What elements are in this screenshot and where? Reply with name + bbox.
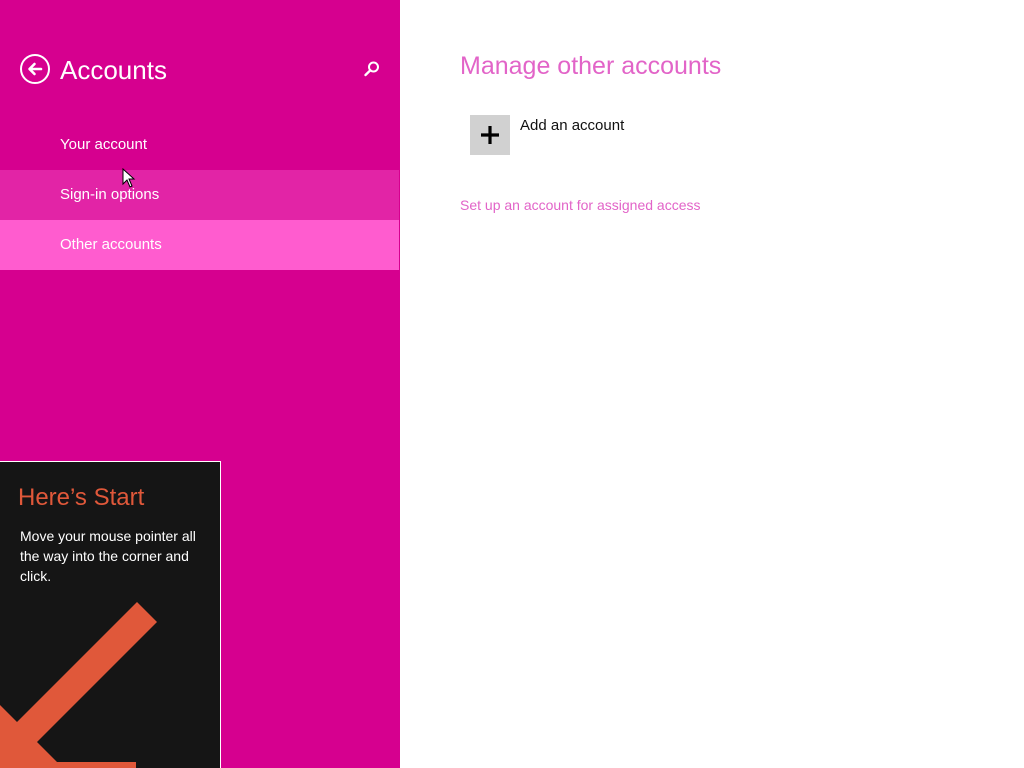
add-account-label: Add an account <box>520 117 625 134</box>
sidebar-item-other-accounts[interactable]: Other accounts <box>0 220 399 270</box>
page-title: Accounts <box>60 55 167 85</box>
sidebar-item-sign-in-options[interactable]: Sign-in options <box>0 170 399 220</box>
start-tip-title: Here’s Start <box>18 484 145 511</box>
assigned-access-link[interactable]: Set up an account for assigned access <box>460 197 700 213</box>
settings-window: Accounts Your account Sign-in options Ot… <box>0 0 1024 768</box>
plus-icon <box>481 126 499 144</box>
start-tip-panel: Here’s Start Move your mouse pointer all… <box>0 461 221 768</box>
start-tip-body: Move your mouse pointer all the way into… <box>20 528 196 584</box>
section-title: Manage other accounts <box>460 52 722 80</box>
arrow-down-left-icon <box>0 602 157 768</box>
accounts-sidebar: Accounts Your account Sign-in options Ot… <box>0 0 400 768</box>
search-icon <box>364 61 379 77</box>
search-button[interactable] <box>363 60 381 78</box>
back-button[interactable] <box>20 54 50 84</box>
sidebar-nav: Your account Sign-in options Other accou… <box>0 120 399 270</box>
content-pane: Manage other accounts Add an account Set… <box>400 0 1024 768</box>
sidebar-header: Accounts <box>20 50 385 90</box>
back-arrow-circle-icon <box>28 62 43 76</box>
add-account-tile[interactable] <box>470 115 510 155</box>
sidebar-item-your-account[interactable]: Your account <box>0 120 399 170</box>
